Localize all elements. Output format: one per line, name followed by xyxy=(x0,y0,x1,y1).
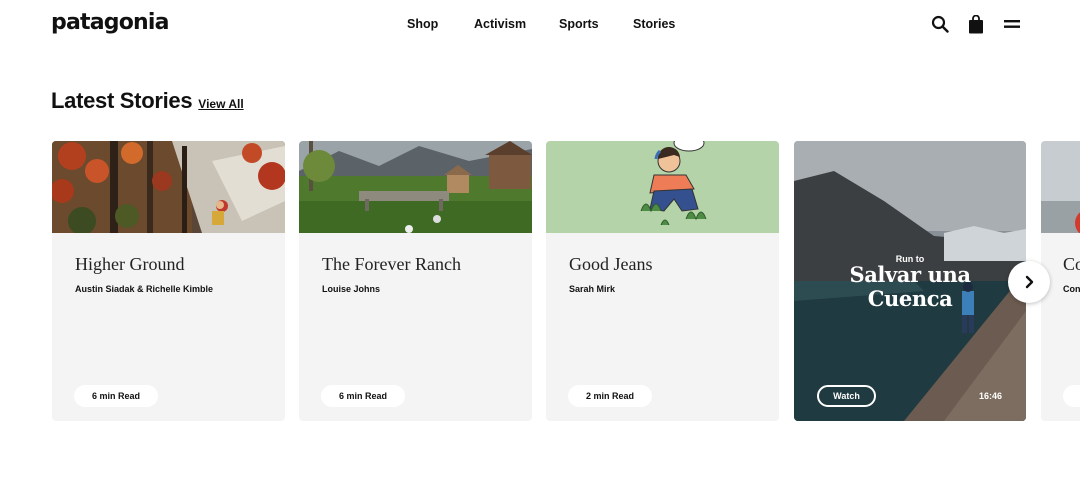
view-all-link[interactable]: View All xyxy=(198,97,243,111)
read-time-badge xyxy=(1063,385,1080,407)
story-title: Good Jeans xyxy=(569,254,653,274)
story-image-partial xyxy=(1041,141,1080,234)
main-nav: Shop Activism Sports Stories xyxy=(0,17,1080,35)
story-title: The Forever Ranch xyxy=(322,254,461,274)
nav-activism[interactable]: Activism xyxy=(474,17,526,31)
nav-stories[interactable]: Stories xyxy=(633,17,675,31)
story-card-good-jeans[interactable]: Good Jeans Sarah Mirk 2 min Read xyxy=(546,141,779,421)
video-card-salvar-una-cuenca[interactable]: Run to Salvar una Cuenca Watch 16:46 xyxy=(794,141,1026,421)
menu-icon[interactable] xyxy=(1002,14,1022,34)
story-card-higher-ground[interactable]: Higher Ground Austin Siadak & Richelle K… xyxy=(52,141,285,421)
story-author: Con xyxy=(1063,284,1080,294)
latest-stories-heading: Latest Stories View All xyxy=(51,88,244,114)
story-title: Higher Ground xyxy=(75,254,185,274)
chevron-right-icon xyxy=(1025,275,1034,289)
video-duration: 16:46 xyxy=(979,391,1003,401)
site-header: patagonia Shop Activism Sports Stories xyxy=(0,0,1080,50)
carousel-next-button[interactable] xyxy=(1008,261,1050,303)
search-icon[interactable] xyxy=(930,14,950,34)
nav-shop[interactable]: Shop xyxy=(407,17,438,31)
nav-sports[interactable]: Sports xyxy=(559,17,599,31)
read-time-badge: 6 min Read xyxy=(74,385,159,407)
story-title: Co xyxy=(1063,254,1080,274)
story-image-illustration xyxy=(546,141,779,233)
story-image-climber xyxy=(52,141,285,233)
story-author: Austin Siadak & Richelle Kimble xyxy=(75,284,214,294)
read-time-badge: 2 min Read xyxy=(568,385,653,407)
story-author: Louise Johns xyxy=(322,284,381,294)
shopping-bag-icon[interactable] xyxy=(966,14,986,34)
story-author: Sarah Mirk xyxy=(569,284,616,294)
section-title: Latest Stories xyxy=(51,88,193,113)
video-title: Salvar una Cuenca xyxy=(849,262,971,311)
story-card-forever-ranch[interactable]: The Forever Ranch Louise Johns 6 min Rea… xyxy=(299,141,532,421)
story-image-ranch xyxy=(299,141,532,233)
read-time-badge: 6 min Read xyxy=(321,385,406,407)
watch-button[interactable]: Watch xyxy=(817,385,876,407)
